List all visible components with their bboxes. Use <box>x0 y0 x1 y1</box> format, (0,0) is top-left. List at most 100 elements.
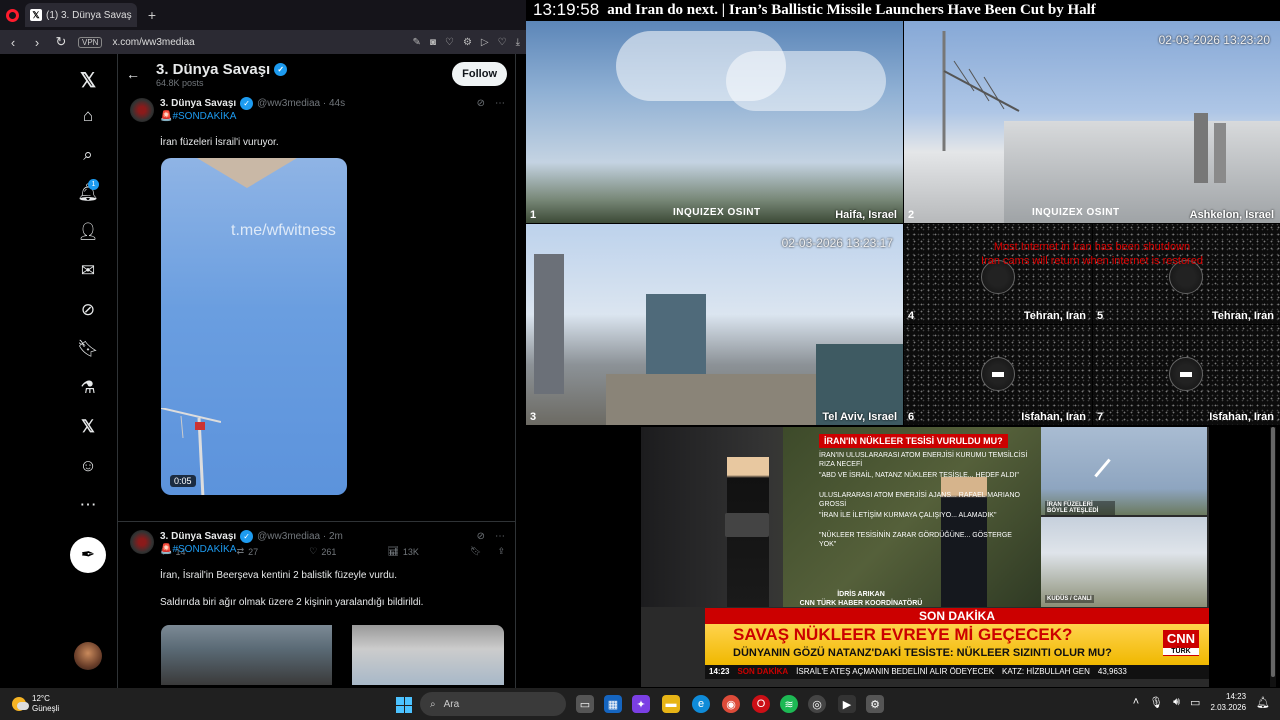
bookmarks-icon[interactable]: 🔖︎ <box>74 335 102 363</box>
grok-icon[interactable]: ⊘ <box>74 296 102 324</box>
camera-location: Ashkelon, Israel <box>1189 209 1274 221</box>
heart-icon[interactable]: ♡ <box>498 37 507 48</box>
lower-third: SON DAKİKA SAVAŞ NÜKLEER EVREYE Mİ GEÇEC… <box>705 608 1209 687</box>
download-icon[interactable]: ⤓ <box>516 37 520 48</box>
camera-location: Haifa, Israel <box>835 209 897 221</box>
video-watermark: t.me/wfwitness <box>231 222 336 239</box>
brand-watermark: INQUIZEX OSINT <box>1032 207 1120 218</box>
x-logo-icon[interactable]: 𝕏 <box>74 66 102 94</box>
tweet-image-1[interactable] <box>161 625 332 685</box>
play-icon[interactable]: ▷ <box>481 37 489 48</box>
windows-start-icon[interactable] <box>396 697 412 713</box>
volume-icon[interactable]: 🔊︎ <box>1173 696 1180 709</box>
bookmark-add-icon[interactable]: ♡ <box>445 37 454 48</box>
back-icon[interactable]: ‹ <box>6 35 20 50</box>
tv-bullet: "NÜKLEER TESİSİNİN ZARAR GÖRDÜĞÜNE... GÖ… <box>819 532 1012 548</box>
opera-icon[interactable]: O <box>752 695 770 713</box>
new-tab-icon[interactable]: + <box>143 6 161 24</box>
search-icon[interactable]: ⌕ <box>74 141 102 169</box>
extensions-icon[interactable]: ⚙ <box>463 37 472 48</box>
tweet-avatar[interactable] <box>130 530 154 554</box>
reload-icon[interactable]: ↻ <box>54 34 68 50</box>
tweet-author[interactable]: 3. Dünya Savaşı <box>160 98 236 109</box>
tweet-text: İran füzeleri İsrail'i vuruyor. <box>160 137 279 148</box>
weather-widget[interactable]: 12°C Güneşli <box>0 694 200 714</box>
camera-isfahan-1[interactable]: 6 Isfahan, Iran <box>904 325 1092 425</box>
forward-icon[interactable]: › <box>30 35 44 50</box>
tweet-hashtag[interactable]: 🚨#SONDAKİKA <box>160 544 236 555</box>
tweet-hashtag[interactable]: 🚨#SONDAKİKA <box>160 111 236 122</box>
tweet-author[interactable]: 3. Dünya Savaşı <box>160 531 236 542</box>
account-avatar[interactable] <box>74 642 102 670</box>
back-arrow-icon[interactable]: ← <box>126 66 156 82</box>
camera-tehran-2[interactable]: 5 Tehran, Iran <box>1093 224 1280 324</box>
tv-topic-box: İRAN'IN NÜKLEER TESİSİ VURULDU MU? <box>819 434 1008 448</box>
jobs-icon[interactable]: ⚗ <box>74 374 102 402</box>
camera-ashkelon[interactable]: 02-03-2026 13:23:20 INQUIZEX OSINT 2 Ash… <box>904 21 1280 223</box>
tweet-image-2[interactable] <box>352 625 504 685</box>
tweet-avatar[interactable] <box>130 98 154 122</box>
thumbnail-caption: İRAN FÜZELERİ BÖYLE ATEŞLEDİ <box>1045 501 1115 515</box>
camera-number: 4 <box>908 310 915 322</box>
notifications-icon[interactable]: 🔔︎ <box>1256 696 1270 709</box>
more-icon[interactable]: ⋯ <box>495 531 505 542</box>
address-bar[interactable]: x.com/ww3mediaa <box>112 37 402 48</box>
taskbar-search[interactable]: ⌕ Ara <box>420 692 566 716</box>
opera-gx-icon[interactable]: ◎ <box>808 695 826 713</box>
tray-chevron-icon[interactable]: ˄ <box>1133 696 1139 708</box>
tv-bullet: ULUSLARARASI ATOM ENERJİSİ AJANS... RAFA… <box>819 492 1020 508</box>
settings-icon[interactable]: ⚙ <box>866 695 884 713</box>
microphone-icon[interactable]: 🎙︎ <box>1149 696 1163 709</box>
follow-icon[interactable]: 👤︎ <box>74 218 102 246</box>
tab-bar: 𝕏 (1) 3. Dünya Savaşı (@ww + <box>0 0 526 30</box>
edge-icon[interactable]: e <box>692 695 710 713</box>
chrome-icon[interactable]: ◉ <box>722 695 740 713</box>
media-app-icon[interactable]: ▶ <box>838 695 856 713</box>
camera-haifa[interactable]: INQUIZEX OSINT 1 Haifa, Israel <box>526 21 903 223</box>
crawl-label: SON DAKİKA <box>737 667 789 676</box>
weather-temp: 12°C <box>32 694 50 703</box>
blackout-line-1: Most Internet in Iran has been shutdown <box>993 241 1191 253</box>
home-icon[interactable]: ⌂ <box>74 102 102 130</box>
camera-location: Isfahan, Iran <box>1209 411 1274 423</box>
profile-icon[interactable]: ☺ <box>74 452 102 480</box>
scrollbar[interactable] <box>1270 427 1276 687</box>
opera-logo-icon[interactable] <box>6 8 19 22</box>
task-view-icon[interactable]: ▭ <box>576 695 594 713</box>
camera-isfahan-2[interactable]: 7 Isfahan, Iran <box>1093 325 1280 425</box>
camera-timestamp: 02-03-2026 13:23:20 <box>1158 33 1270 47</box>
spotify-icon[interactable]: ≋ <box>780 695 798 713</box>
notifications-icon[interactable]: 🔔︎ 1 <box>74 179 102 207</box>
tweet-handle[interactable]: @ww3mediaa · 44s <box>257 98 345 109</box>
tweet-1[interactable]: 3. Dünya Savaşı ✓ @ww3mediaa · 44s ⊘ ⋯ 🚨#… <box>118 94 515 557</box>
grok-icon[interactable]: ⊘ <box>477 98 485 109</box>
more-icon[interactable]: ⋯ <box>74 491 102 519</box>
tweet-video[interactable]: t.me/wfwitness 0:05 <box>161 158 347 495</box>
scrollbar-thumb[interactable] <box>1271 427 1275 677</box>
grok-icon[interactable]: ⊘ <box>477 531 485 542</box>
headline-box: SAVAŞ NÜKLEER EVREYE Mİ GEÇECEK? DÜNYANI… <box>705 624 1209 665</box>
network-icon[interactable]: ▭ <box>1190 696 1200 709</box>
camera-number: 6 <box>908 411 915 423</box>
store-icon[interactable]: ▦ <box>604 695 622 713</box>
more-icon[interactable]: ⋯ <box>495 98 505 109</box>
taskbar-clock[interactable]: 14:23 2.03.2026 <box>1210 691 1246 713</box>
x-app: 𝕏 ⌂ ⌕ 🔔︎ 1 👤︎ ✉ ⊘ 🔖︎ ⚗ 𝕏 ☺ ⋯ ✒ ← 3. Dünya… <box>0 54 526 688</box>
copilot-icon[interactable]: ✦ <box>632 695 650 713</box>
messages-icon[interactable]: ✉ <box>74 257 102 285</box>
tweet-handle[interactable]: @ww3mediaa · 2m <box>257 531 343 542</box>
post-button[interactable]: ✒ <box>70 537 106 573</box>
video-duration: 0:05 <box>170 475 196 487</box>
vpn-badge[interactable]: VPN <box>78 36 103 48</box>
premium-x-icon[interactable]: 𝕏 <box>74 413 102 441</box>
camera-tehran-1[interactable]: 4 Tehran, Iran <box>904 224 1092 324</box>
edit-icon[interactable]: ✎ <box>413 37 421 48</box>
tv-broadcast[interactable]: İRAN'IN NÜKLEER TESİSİ VURULDU MU? İRAN'… <box>641 427 1209 687</box>
clock-time: 14:23 <box>1226 692 1247 701</box>
file-explorer-icon[interactable]: ▬ <box>662 695 680 713</box>
tab-x[interactable]: 𝕏 (1) 3. Dünya Savaşı (@ww <box>25 3 137 27</box>
tab-title: (1) 3. Dünya Savaşı (@ww <box>46 9 132 21</box>
follow-button[interactable]: Follow <box>452 62 507 86</box>
camera-tel-aviv[interactable]: 02-03-2026 13:23:17 3 Tel Aviv, Israel <box>526 224 903 425</box>
camera-icon[interactable]: ◙ <box>430 37 436 48</box>
